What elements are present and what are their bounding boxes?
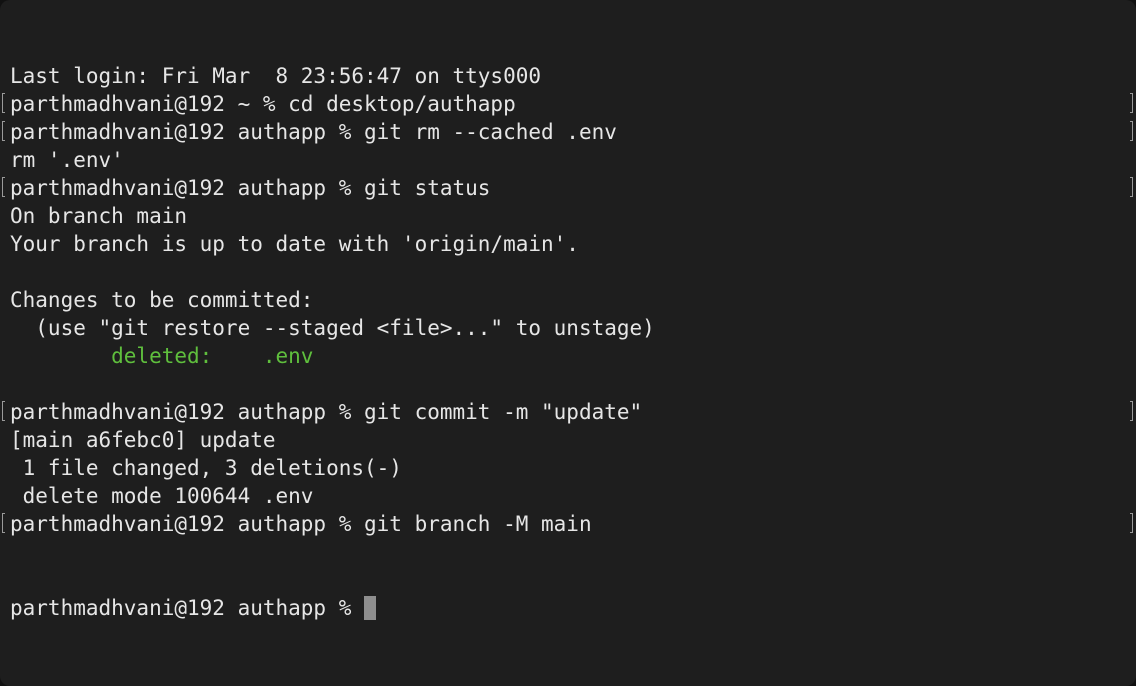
- terminal-line: parthmadhvani@192 authapp % git branch -…: [2, 510, 1136, 538]
- line-text: delete mode 100644 .env: [10, 484, 314, 508]
- line-text: parthmadhvani@192 ~ % cd desktop/authapp: [10, 92, 516, 116]
- line-text: On branch main: [10, 204, 188, 228]
- command-mark-left: [2, 93, 5, 113]
- terminal-line: (use "git restore --staged <file>..." to…: [10, 314, 1136, 342]
- active-prompt-line[interactable]: parthmadhvani@192 authapp %: [10, 594, 1136, 622]
- prompt-text: parthmadhvani@192 authapp %: [10, 596, 365, 620]
- line-text: parthmadhvani@192 authapp % git commit -…: [10, 400, 643, 424]
- line-text: deleted: .env: [10, 344, 314, 368]
- terminal-line: parthmadhvani@192 ~ % cd desktop/authapp: [2, 90, 1136, 118]
- terminal-line: Your branch is up to date with 'origin/m…: [10, 230, 1136, 258]
- line-text: Your branch is up to date with 'origin/m…: [10, 232, 579, 256]
- terminal-line: parthmadhvani@192 authapp % git commit -…: [2, 398, 1136, 426]
- command-mark-right: [1130, 177, 1133, 197]
- terminal-lines: Last login: Fri Mar 8 23:56:47 on ttys00…: [2, 62, 1136, 538]
- line-text: (use "git restore --staged <file>..." to…: [10, 316, 655, 340]
- line-text: parthmadhvani@192 authapp % git branch -…: [10, 512, 592, 536]
- command-mark-right: [1130, 121, 1133, 141]
- terminal-window[interactable]: Last login: Fri Mar 8 23:56:47 on ttys00…: [0, 0, 1136, 686]
- line-text: rm '.env': [10, 148, 124, 172]
- terminal-line: [main a6febc0] update: [10, 426, 1136, 454]
- line-text: parthmadhvani@192 authapp % git status: [10, 176, 491, 200]
- command-mark-left: [2, 177, 5, 197]
- terminal-output[interactable]: Last login: Fri Mar 8 23:56:47 on ttys00…: [2, 6, 1136, 678]
- line-text: parthmadhvani@192 authapp % git rm --cac…: [10, 120, 617, 144]
- command-mark-right: [1130, 401, 1133, 421]
- text-cursor: [364, 596, 377, 620]
- command-mark-left: [2, 121, 5, 141]
- line-text: 1 file changed, 3 deletions(-): [10, 456, 402, 480]
- terminal-line: Changes to be committed:: [10, 286, 1136, 314]
- command-mark-right: [1130, 513, 1133, 533]
- line-text: Last login: Fri Mar 8 23:56:47 on ttys00…: [10, 64, 542, 88]
- command-mark-left: [2, 401, 5, 421]
- terminal-line: parthmadhvani@192 authapp % git rm --cac…: [2, 118, 1136, 146]
- command-mark-left: [2, 513, 5, 533]
- terminal-line: Last login: Fri Mar 8 23:56:47 on ttys00…: [10, 62, 1136, 90]
- terminal-line: rm '.env': [10, 146, 1136, 174]
- terminal-line: 1 file changed, 3 deletions(-): [10, 454, 1136, 482]
- line-text: Changes to be committed:: [10, 288, 314, 312]
- terminal-line: delete mode 100644 .env: [10, 482, 1136, 510]
- line-text: [main a6febc0] update: [10, 428, 276, 452]
- command-mark-right: [1130, 93, 1133, 113]
- terminal-line: parthmadhvani@192 authapp % git status: [2, 174, 1136, 202]
- terminal-line: On branch main: [10, 202, 1136, 230]
- terminal-line: deleted: .env: [10, 342, 1136, 370]
